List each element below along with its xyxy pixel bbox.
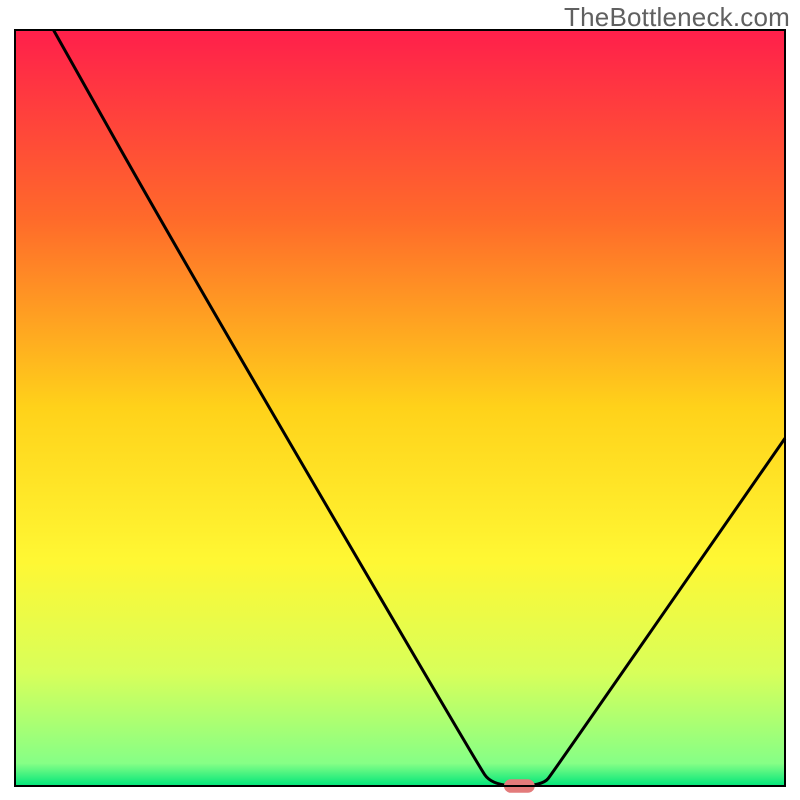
watermark-text: TheBottleneck.com xyxy=(564,2,790,33)
gradient-background xyxy=(15,30,785,786)
plot-area xyxy=(15,30,785,786)
chart-container: TheBottleneck.com xyxy=(0,0,800,800)
bottleneck-chart xyxy=(0,0,800,800)
